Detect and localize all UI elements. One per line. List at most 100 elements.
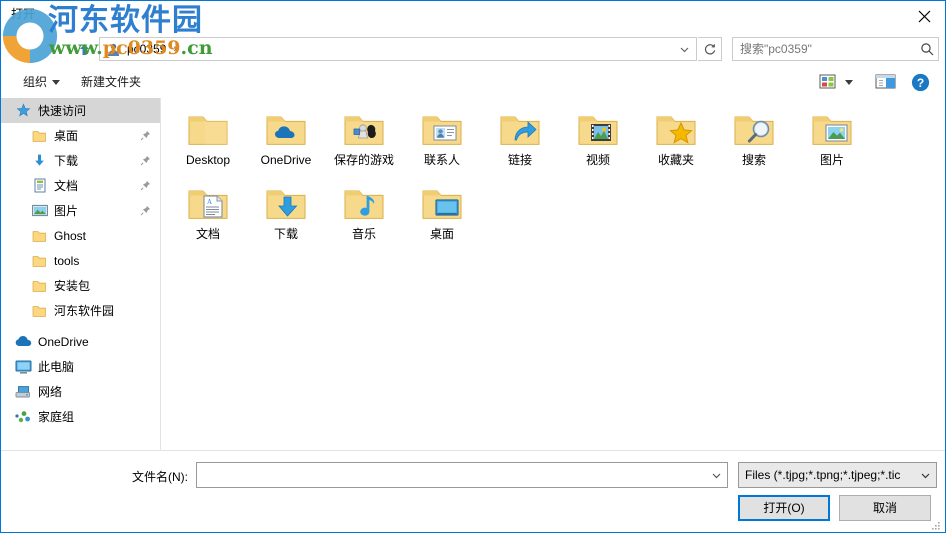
sidebar-item-label: tools	[54, 253, 80, 268]
this-pc-icon	[15, 358, 32, 375]
help-button[interactable]: ?	[911, 71, 930, 93]
chevron-down-icon	[680, 47, 688, 52]
file-item[interactable]: 下载	[247, 182, 325, 253]
file-label: 搜索	[741, 153, 766, 167]
sidebar-item-hedong[interactable]: 河东软件园	[1, 298, 160, 323]
view-options-dropdown[interactable]	[845, 71, 853, 93]
sidebar-item-label: OneDrive	[38, 334, 89, 349]
search-input[interactable]: 搜索"pc0359"	[740, 41, 920, 57]
filename-input[interactable]	[196, 462, 728, 488]
file-item[interactable]: 桌面	[403, 182, 481, 253]
arrow-up-icon	[79, 43, 89, 55]
sidebar-item-documents[interactable]: 文档	[1, 173, 160, 198]
file-item[interactable]: 保存的游戏	[325, 108, 403, 179]
new-folder-button[interactable]: 新建文件夹	[81, 73, 141, 91]
sidebar-item-ghost[interactable]: Ghost	[1, 223, 160, 248]
documents-icon	[31, 177, 48, 194]
change-view-button[interactable]	[819, 71, 837, 93]
breadcrumb-separator[interactable]: ›	[168, 41, 182, 57]
organize-label: 组织	[23, 75, 48, 89]
file-item[interactable]: 链接	[481, 108, 559, 179]
refresh-icon	[704, 43, 715, 55]
sidebar-item-label: 桌面	[54, 128, 79, 143]
folder-icon	[31, 227, 48, 244]
chevron-down-icon	[921, 473, 929, 478]
file-item[interactable]: 视频	[559, 108, 637, 179]
search-icon	[921, 43, 934, 56]
pin-icon[interactable]	[139, 179, 151, 191]
file-item[interactable]: A 文档	[169, 182, 247, 253]
folder-documents-icon: A	[184, 182, 232, 226]
file-item[interactable]: Desktop	[169, 108, 247, 179]
command-toolbar: 组织 新建文件夹 ?	[1, 66, 945, 99]
cancel-button[interactable]: 取消	[839, 495, 931, 521]
resize-grip[interactable]	[931, 518, 941, 530]
file-label: 桌面	[429, 227, 454, 241]
filename-dropdown-button[interactable]	[705, 463, 727, 487]
sidebar-item-pictures[interactable]: 图片	[1, 198, 160, 223]
sidebar-item-label: 安装包	[54, 278, 91, 293]
file-item[interactable]: 图片	[793, 108, 871, 179]
file-item[interactable]: 搜索	[715, 108, 793, 179]
file-item[interactable]: 联系人	[403, 108, 481, 179]
new-folder-label: 新建文件夹	[81, 75, 142, 89]
pin-icon[interactable]	[139, 204, 151, 216]
file-label: 联系人	[423, 153, 460, 167]
user-account-icon	[104, 40, 122, 58]
quick-access-star-icon	[15, 102, 32, 119]
file-item[interactable]: OneDrive	[247, 108, 325, 179]
preview-pane-icon	[875, 74, 896, 89]
folder-contacts-icon	[418, 108, 466, 152]
sidebar-item-downloads[interactable]: 下载	[1, 148, 160, 173]
refresh-button[interactable]	[698, 37, 722, 61]
sidebar-item-label: 文档	[54, 178, 79, 193]
filetype-select[interactable]: Files (*.tjpg;*.tpng;*.tjpeg;*.tic	[738, 462, 937, 488]
sidebar-item-network[interactable]: 网络	[1, 379, 160, 404]
sidebar-item-homegroup[interactable]: 家庭组	[1, 404, 160, 429]
open-button[interactable]: 打开(O)	[738, 495, 830, 521]
folder-plain-icon	[184, 108, 232, 152]
svg-text:?: ?	[917, 76, 924, 90]
folder-desktop-icon	[418, 182, 466, 226]
help-icon: ?	[911, 73, 930, 91]
pictures-icon	[31, 202, 48, 219]
breadcrumb-path[interactable]: pc0359	[125, 41, 168, 57]
sidebar-item-label: 家庭组	[38, 409, 75, 424]
organize-button[interactable]: 组织	[23, 73, 61, 91]
address-bar[interactable]: pc0359 ›	[99, 37, 697, 61]
folder-onedrive-icon	[262, 108, 310, 152]
file-item[interactable]: 音乐	[325, 182, 403, 253]
folder-downloads-icon	[262, 182, 310, 226]
folder-searches-icon	[730, 108, 778, 152]
filetype-dropdown-button[interactable]	[914, 463, 936, 487]
sidebar-item-onedrive[interactable]: OneDrive	[1, 329, 160, 354]
pin-icon[interactable]	[139, 129, 151, 141]
file-item[interactable]: 收藏夹	[637, 108, 715, 179]
sidebar-item-installers[interactable]: 安装包	[1, 273, 160, 298]
network-icon	[15, 383, 32, 400]
navigation-pane[interactable]: 快速访问 桌面 下载 文档 图片 Ghost tools 安装包 河东软件园 O…	[1, 98, 161, 450]
file-label: 收藏夹	[657, 153, 694, 167]
folder-music-icon	[340, 182, 388, 226]
search-box[interactable]: 搜索"pc0359"	[732, 37, 939, 61]
folder-pictures-icon	[808, 108, 856, 152]
folder-icon	[31, 252, 48, 269]
address-history-button[interactable]	[673, 38, 695, 60]
open-file-dialog: 打开 pc0359 › 搜索"pc0359" 组织 新建文件夹 ? 快速访问 桌…	[0, 0, 946, 533]
title-bar: 打开	[1, 1, 945, 32]
up-one-level-button[interactable]	[73, 38, 95, 60]
sidebar-item-label: Ghost	[54, 228, 87, 243]
filename-label: 文件名(N):	[132, 470, 188, 484]
sidebar-item-label: 此电脑	[38, 359, 75, 374]
sidebar-item-this-pc[interactable]: 此电脑	[1, 354, 160, 379]
sidebar-item-quick-access[interactable]: 快速访问	[1, 98, 160, 123]
close-button[interactable]	[901, 1, 945, 31]
file-grid: Desktop OneDrive 保存的游戏 联系人 链接 视频 收藏夹 搜索 …	[169, 108, 939, 256]
sidebar-item-desktop[interactable]: 桌面	[1, 123, 160, 148]
sidebar-item-tools[interactable]: tools	[1, 248, 160, 273]
file-list-pane[interactable]: Desktop OneDrive 保存的游戏 联系人 链接 视频 收藏夹 搜索 …	[161, 98, 945, 450]
caret-down-icon	[52, 79, 61, 85]
file-label: 视频	[585, 153, 610, 167]
pin-icon[interactable]	[139, 154, 151, 166]
preview-pane-button[interactable]	[875, 71, 897, 93]
